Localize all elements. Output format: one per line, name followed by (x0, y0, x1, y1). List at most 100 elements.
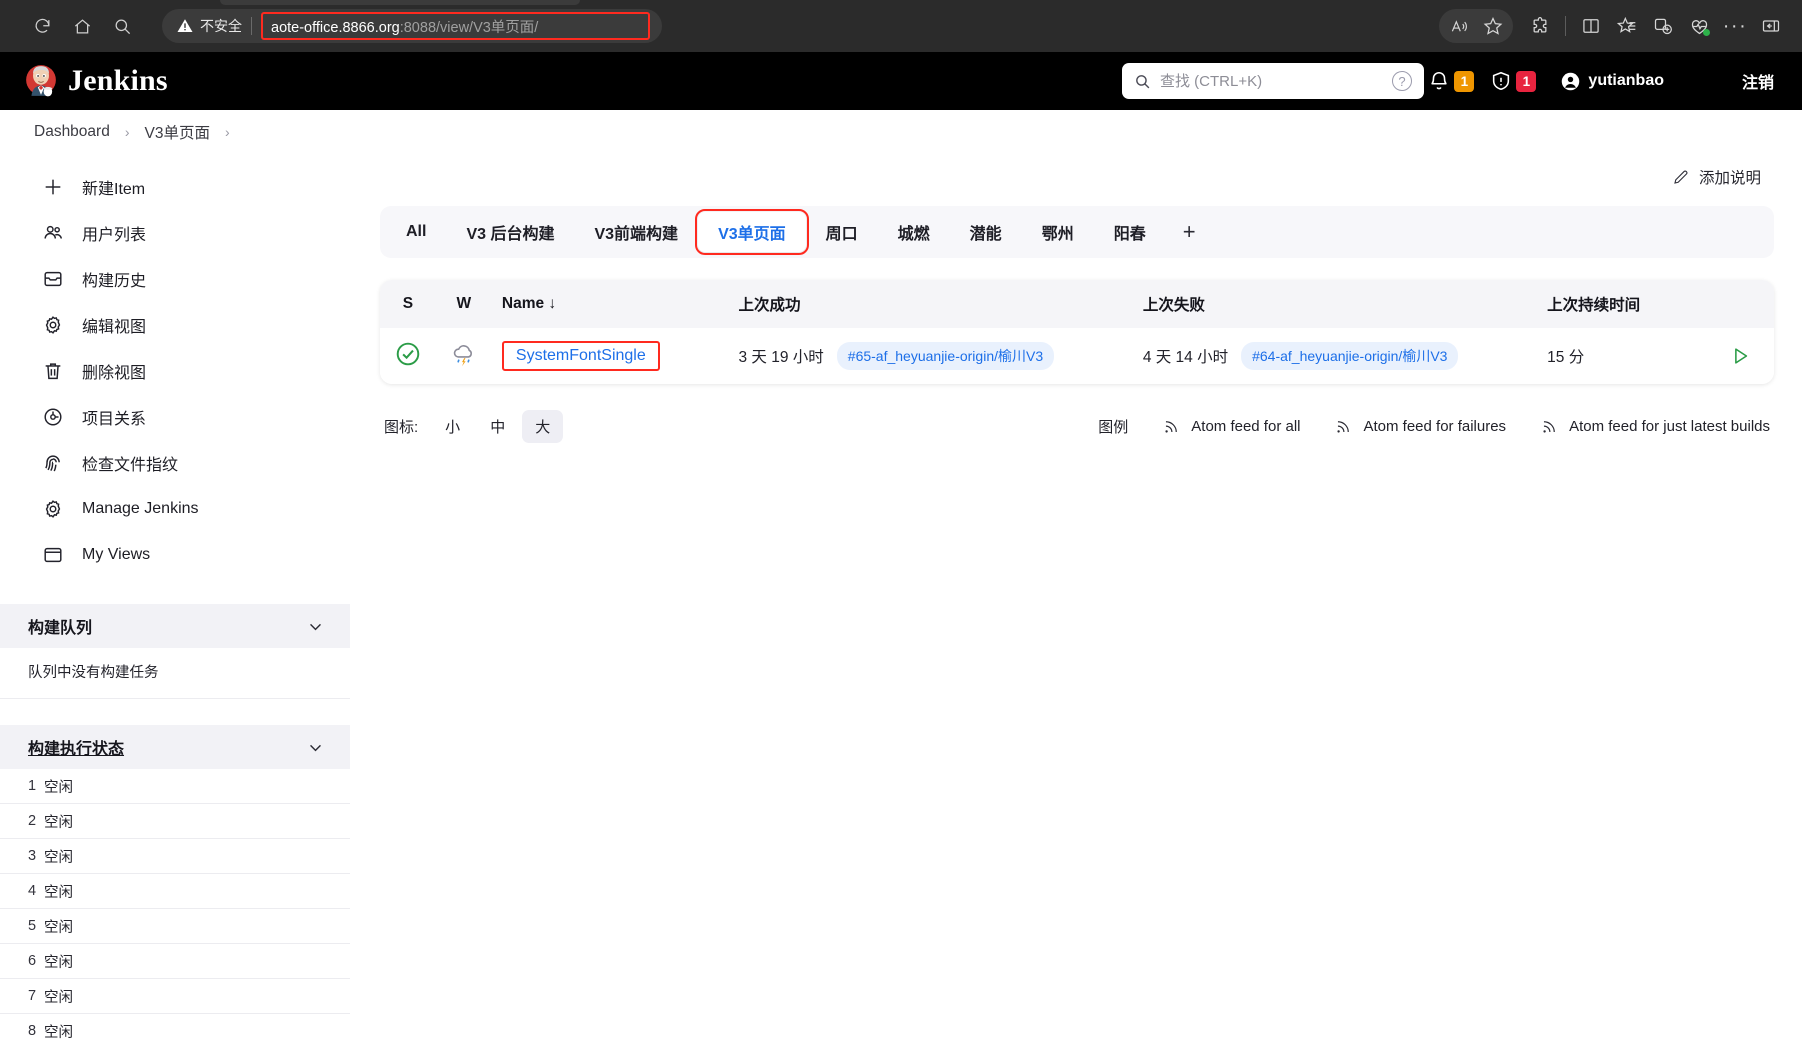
build-queue-empty-text: 队列中没有构建任务 (0, 648, 350, 699)
read-aloud-icon[interactable] (1442, 9, 1476, 43)
build-queue-header[interactable]: 构建队列 (0, 604, 350, 648)
add-view-tab-button[interactable]: + (1166, 212, 1213, 252)
sidebar-item-delete-view[interactable]: 删除视图 (14, 348, 336, 394)
reload-button[interactable] (24, 8, 60, 44)
view-tab-bar: All V3 后台构建 V3前端构建 V3单页面 周口 城燃 潜能 鄂州 阳春 … (380, 206, 1774, 258)
tab-all[interactable]: All (386, 212, 446, 252)
job-link-systemfontsingle[interactable]: SystemFontSingle (516, 347, 646, 364)
plus-icon (45, 179, 61, 195)
tab-v3-backend-build[interactable]: V3 后台构建 (446, 212, 574, 252)
column-header-last-success[interactable]: 上次成功 (729, 280, 1133, 328)
rss-icon (1337, 420, 1350, 433)
executor-number: 5 (28, 918, 37, 934)
cell-last-duration: 15 分 (1547, 349, 1585, 366)
executor-row[interactable]: 5 空闲 (0, 909, 350, 944)
column-header-name[interactable]: Name ↓ (492, 280, 729, 328)
tab-chengran[interactable]: 城燃 (878, 212, 950, 252)
url-input[interactable]: aote-office.8866.org:8088/view/V3单页面/ (261, 12, 650, 40)
logout-button[interactable]: 注销 (1706, 64, 1782, 98)
legend-link[interactable]: 图例 (1098, 416, 1128, 437)
executor-row[interactable]: 3 空闲 (0, 839, 350, 874)
build-executor-status-header[interactable]: 构建执行状态 (0, 725, 350, 769)
more-options-icon[interactable]: ··· (1718, 9, 1752, 43)
executor-row[interactable]: 4 空闲 (0, 874, 350, 909)
executor-row[interactable]: 1 空闲 (0, 769, 350, 804)
breadcrumb-item-view[interactable]: V3单页面 (137, 117, 218, 147)
jobs-table: S W Name ↓ 上次成功 上次失败 上次持续时间 SystemFontSi… (380, 280, 1774, 384)
add-description-button[interactable]: 添加说明 (1663, 161, 1770, 193)
url-text: aote-office.8866.org:8088/view/V3单页面/ (271, 16, 538, 37)
favorite-star-icon[interactable] (1476, 9, 1510, 43)
user-menu-button[interactable]: yutianbao (1552, 66, 1694, 97)
jenkins-wordmark: Jenkins (68, 64, 168, 97)
chevron-down-icon (1674, 79, 1683, 84)
executor-row[interactable]: 2 空闲 (0, 804, 350, 839)
icon-size-medium[interactable]: 中 (477, 410, 518, 443)
tab-ezhou[interactable]: 鄂州 (1022, 212, 1094, 252)
tab-v3-single-page[interactable]: V3单页面 (695, 209, 809, 255)
help-circle-icon[interactable]: ? (1392, 71, 1412, 91)
executor-row[interactable]: 8 空闲 (0, 1014, 350, 1047)
home-button[interactable] (64, 8, 100, 44)
chevron-down-icon[interactable] (307, 739, 324, 756)
sidebar-item-edit-view[interactable]: 编辑视图 (14, 302, 336, 348)
icon-size-large[interactable]: 大 (522, 409, 564, 443)
address-bar[interactable]: 不安全 aote-office.8866.org:8088/view/V3单页面… (162, 9, 662, 43)
sidebar-item-my-views[interactable]: My Views (14, 532, 336, 578)
column-header-status[interactable]: S (380, 280, 436, 328)
notifications-button[interactable]: 1 (1422, 65, 1480, 97)
column-header-last-duration[interactable]: 上次持续时间 (1537, 280, 1707, 328)
storm-cloud-icon[interactable] (450, 340, 478, 368)
tab-yangchun[interactable]: 阳春 (1094, 212, 1166, 252)
build-now-button[interactable] (1723, 339, 1757, 373)
sidebar-item-manage-jenkins[interactable]: Manage Jenkins (14, 486, 336, 532)
atom-feed-latest-link[interactable]: Atom feed for just latest builds (1540, 417, 1770, 436)
atom-feed-failures-link[interactable]: Atom feed for failures (1334, 417, 1506, 436)
tab-qianneng[interactable]: 潜能 (950, 212, 1022, 252)
sidebar-item-build-history[interactable]: 构建历史 (14, 256, 336, 302)
sidebar-item-new-item[interactable]: 新建Item (14, 164, 336, 210)
tab-v3-frontend-build[interactable]: V3前端构建 (574, 212, 698, 252)
jenkins-search-box[interactable]: ? (1122, 63, 1424, 99)
fingerprint-icon (45, 455, 60, 472)
rss-icon (1543, 420, 1555, 433)
extensions-icon[interactable] (1523, 9, 1557, 43)
executor-row[interactable]: 6 空闲 (0, 944, 350, 979)
logout-icon (1718, 74, 1732, 88)
browser-nav-buttons (10, 8, 140, 44)
last-failure-build-link[interactable]: #64-af_heyuanjie-origin/榆川V3 (1241, 342, 1459, 370)
split-screen-icon[interactable] (1574, 9, 1608, 43)
sidebar-item-project-relationship[interactable]: 项目关系 (14, 394, 336, 440)
last-failure-group: 4 天 14 小时 #64-af_heyuanjie-origin/榆川V3 (1143, 342, 1527, 370)
security-badge: 1 (1516, 70, 1537, 92)
column-header-last-failure[interactable]: 上次失败 (1133, 280, 1537, 328)
jenkins-logo-link[interactable]: Jenkins (24, 64, 168, 98)
add-tab-group-icon[interactable] (1646, 9, 1680, 43)
table-header-row: S W Name ↓ 上次成功 上次失败 上次持续时间 (380, 280, 1774, 328)
browser-essentials-icon[interactable] (1682, 9, 1716, 43)
play-build-icon (1735, 348, 1748, 364)
sidebar-item-check-fingerprint[interactable]: 检查文件指纹 (14, 440, 336, 486)
pencil-icon (1674, 170, 1688, 184)
sidebar-toggle-icon[interactable] (1754, 9, 1788, 43)
search-input[interactable] (1160, 72, 1392, 90)
sidebar-item-people[interactable]: 用户列表 (14, 210, 336, 256)
collections-icon[interactable] (1610, 9, 1644, 43)
breadcrumb: Dashboard › V3单页面 › (0, 110, 1802, 154)
breadcrumb-item-dashboard[interactable]: Dashboard (26, 119, 118, 145)
icon-size-small[interactable]: 小 (432, 410, 473, 443)
last-success-build-link[interactable]: #65-af_heyuanjie-origin/榆川V3 (836, 342, 1055, 370)
security-warnings-button[interactable]: 1 (1484, 65, 1542, 97)
table-row[interactable]: SystemFontSingle 3 天 19 小时 #65-af_heyuan… (380, 328, 1774, 384)
chevron-down-icon[interactable] (307, 618, 324, 635)
executor-row[interactable]: 7 空闲 (0, 979, 350, 1014)
browser-search-button[interactable] (104, 8, 140, 44)
sidebar-label-new-item: 新建Item (82, 181, 146, 198)
column-header-weather[interactable]: W (436, 280, 492, 328)
success-check-icon[interactable] (395, 341, 421, 367)
breadcrumb-separator: › (124, 123, 130, 140)
tab-zhoukou[interactable]: 周口 (806, 212, 878, 252)
rss-icon (1165, 420, 1178, 433)
atom-feed-all-link[interactable]: Atom feed for all (1162, 417, 1300, 436)
main-content: 添加说明 All V3 后台构建 V3前端构建 V3单页面 周口 城燃 潜能 鄂… (350, 154, 1802, 1047)
